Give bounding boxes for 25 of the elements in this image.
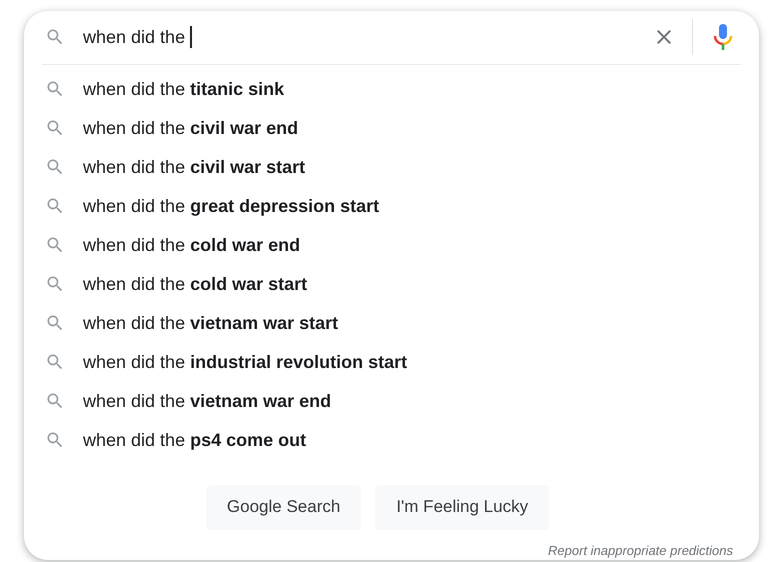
suggestion-item[interactable]: when did the titanic sink xyxy=(83,76,284,102)
search-icon xyxy=(45,352,65,372)
suggestion-item[interactable]: when did the vietnam war end xyxy=(83,388,332,414)
search-icon xyxy=(45,274,65,294)
report-link[interactable]: Report inappropriate predictions xyxy=(548,540,733,560)
suggestion-item[interactable]: when did the vietnam war start xyxy=(83,310,338,336)
search-input[interactable]: when did the xyxy=(83,24,652,51)
suggestion-item[interactable]: when did the civil war end xyxy=(83,114,298,142)
search-icon xyxy=(45,313,65,333)
search-button[interactable]: Google Search xyxy=(206,484,362,530)
search-icon xyxy=(45,235,65,255)
search-icon xyxy=(45,157,65,177)
suggestion-item[interactable]: when did the ps4 come out xyxy=(83,426,306,454)
search-icon xyxy=(45,118,65,138)
microphone-icon[interactable] xyxy=(711,23,735,52)
search-icon xyxy=(45,79,65,99)
suggestion-item[interactable]: when did the industrial revolution start xyxy=(83,348,408,376)
suggestion-item[interactable]: when did the great depression start xyxy=(83,192,380,220)
suggestion-item[interactable]: when did the cold war start xyxy=(83,270,308,298)
search-button[interactable]: I'm Feeling Lucky xyxy=(375,484,550,530)
suggestion-item[interactable]: when did the cold war end xyxy=(83,232,300,258)
search-icon xyxy=(45,391,65,411)
suggestion-item[interactable]: when did the civil war start xyxy=(83,154,306,180)
search-icon xyxy=(45,196,65,216)
search-icon xyxy=(45,430,65,450)
